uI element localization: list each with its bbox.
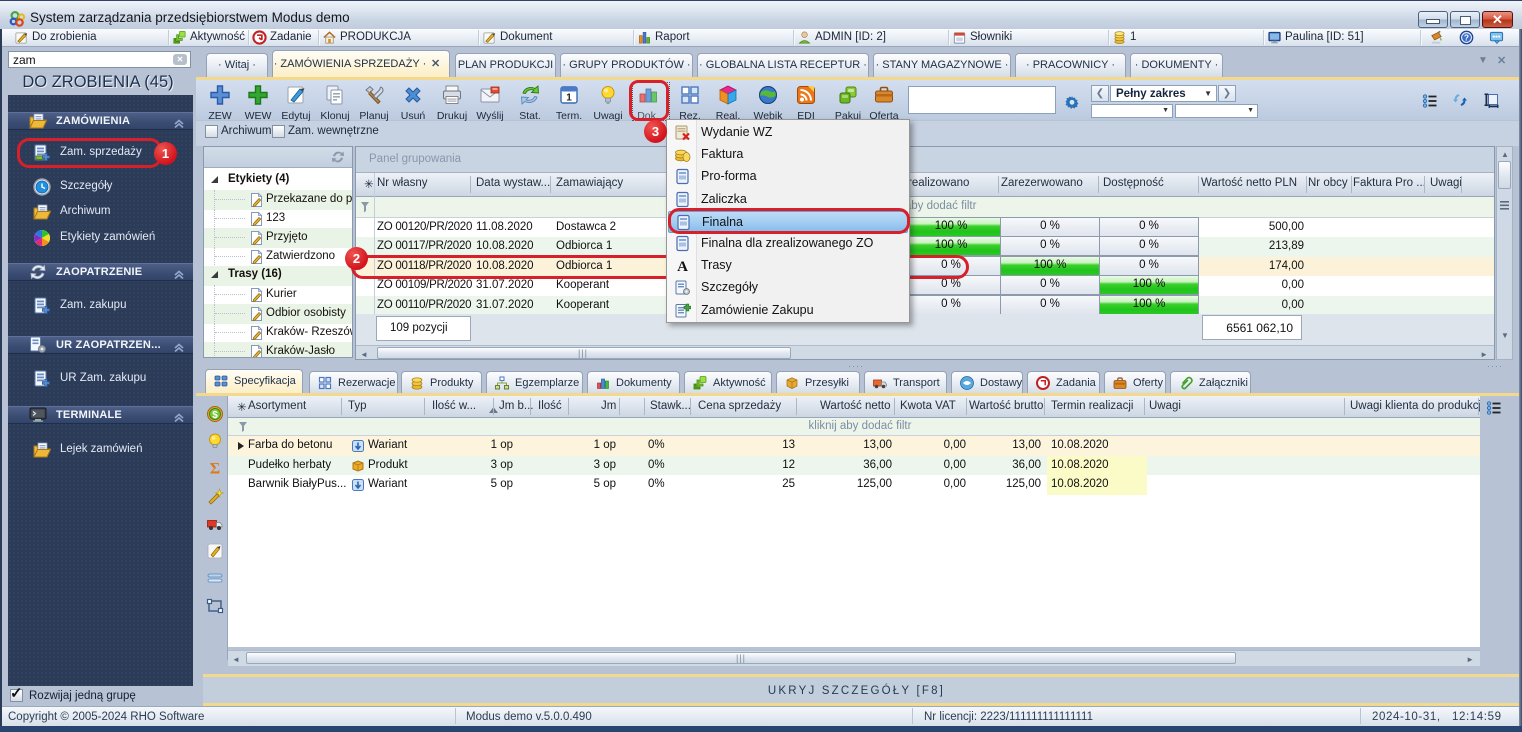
svg-text:$: $ <box>212 410 218 421</box>
svg-text:A: A <box>677 259 688 274</box>
svg-text:?: ? <box>1464 33 1469 43</box>
svg-text:1: 1 <box>566 93 572 104</box>
svg-text:Σ: Σ <box>210 461 220 478</box>
